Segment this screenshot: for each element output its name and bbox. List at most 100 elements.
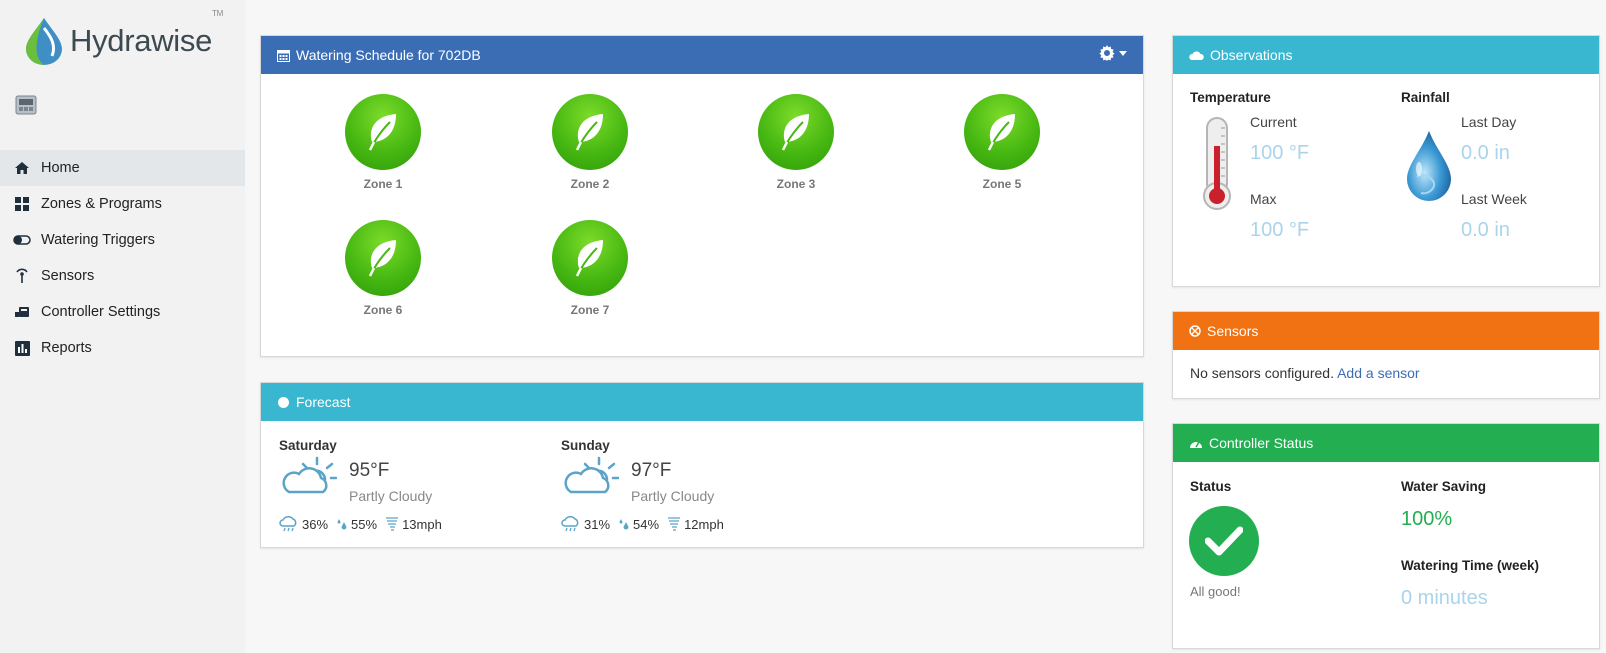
forecast-header: Forecast [261, 383, 1143, 421]
cloud-icon [1189, 50, 1204, 61]
nav-label: Home [41, 160, 80, 176]
watering-schedule-panel: Watering Schedule for 702DB Zone 1 Zone … [260, 35, 1144, 357]
nav-label: Watering Triggers [41, 232, 155, 248]
panel-title: Forecast [296, 394, 351, 410]
last-week-value: 0.0 in [1461, 219, 1510, 241]
wind-icon [386, 517, 399, 531]
hydrawise-logo[interactable]: HydrawiseTM [22, 9, 223, 66]
zone-label: Zone 5 [982, 177, 1022, 191]
nav-item-watering-triggers[interactable]: Watering Triggers [0, 222, 245, 258]
humidity: 54% [618, 517, 659, 532]
zone-button[interactable] [552, 220, 628, 296]
leaf-icon [368, 114, 396, 151]
zone-label: Zone 1 [363, 177, 403, 191]
last-day-value: 0.0 in [1461, 142, 1510, 164]
zone-label: Zone 2 [570, 177, 610, 191]
partly-cloudy-icon [564, 456, 619, 494]
forecast-condition: Partly Cloudy [631, 488, 715, 504]
forecast-temperature: 95°F [349, 460, 390, 481]
status-title: Status [1190, 479, 1232, 494]
zone-button[interactable] [345, 94, 421, 170]
zone-button[interactable] [964, 94, 1040, 170]
watering-time-value: 0 minutes [1401, 587, 1488, 609]
controller-status-header: Controller Status [1173, 424, 1599, 462]
zone-item[interactable]: Zone 3 [736, 94, 856, 191]
humidity: 55% [336, 517, 377, 532]
panel-title: Observations [1210, 47, 1293, 63]
sensors-message-row: No sensors configured. Add a sensor [1190, 365, 1420, 381]
gear-icon [1099, 45, 1115, 61]
nav-label: Zones & Programs [41, 196, 162, 212]
main-navigation: Home Zones & Programs Watering Triggers … [0, 150, 245, 366]
status-ok-badge [1189, 506, 1259, 576]
water-saving-title: Water Saving [1401, 479, 1487, 494]
nav-item-sensors[interactable]: Sensors [0, 258, 245, 294]
panel-title: Controller Status [1209, 435, 1314, 451]
forecast-day-name: Sunday [561, 438, 610, 453]
sun-icon [277, 396, 290, 409]
panel-title: Watering Schedule for 702DB [296, 47, 481, 63]
leaf-icon [575, 114, 603, 151]
leaf-icon [575, 240, 603, 277]
zone-item[interactable]: Zone 5 [942, 94, 1062, 191]
forecast-panel: Forecast Saturday 95°F Partly Cloudy 36% [260, 382, 1144, 548]
zone-button[interactable] [345, 220, 421, 296]
forecast-stats: 36% 55% 13mph [279, 516, 450, 532]
wind-speed: 12mph [667, 516, 724, 532]
zone-button[interactable] [758, 94, 834, 170]
forecast-stats: 31% 54% 12mph [561, 516, 732, 532]
max-temp-label: Max [1250, 191, 1277, 207]
droplets-icon [337, 519, 347, 530]
max-temp-value: 100 °F [1250, 219, 1310, 241]
zone-button[interactable] [552, 94, 628, 170]
zone-item[interactable]: Zone 7 [530, 220, 650, 317]
settings-dropdown-button[interactable] [1099, 45, 1127, 61]
forecast-temperature: 97°F [631, 460, 672, 481]
zone-label: Zone 6 [363, 303, 403, 317]
nav-item-home[interactable]: Home [0, 150, 245, 186]
sidebar: HydrawiseTM Home Zones & Programs Wateri… [0, 0, 245, 653]
no-sensors-message: No sensors configured. [1190, 365, 1334, 381]
nav-item-zones-programs[interactable]: Zones & Programs [0, 186, 245, 222]
leaf-icon [781, 114, 809, 151]
partly-cloudy-icon [282, 456, 337, 494]
watering-schedule-header: Watering Schedule for 702DB [261, 36, 1143, 74]
zone-item[interactable]: Zone 6 [323, 220, 443, 317]
leaf-icon [987, 114, 1015, 151]
wind-icon [668, 517, 681, 531]
temperature-title: Temperature [1190, 90, 1271, 105]
nav-item-controller-settings[interactable]: Controller Settings [0, 294, 245, 330]
sensors-panel: Sensors No sensors configured. Add a sen… [1172, 311, 1600, 399]
forecast-condition: Partly Cloudy [349, 488, 433, 504]
caret-down-icon [1119, 50, 1127, 56]
nav-label: Sensors [41, 268, 95, 284]
thermometer-icon [1203, 117, 1231, 210]
sensor-antenna-icon [13, 267, 31, 285]
forecast-day: Sunday 97°F Partly Cloudy 31% 54% 12mph [561, 438, 821, 532]
rain-cloud-icon [561, 516, 579, 532]
logo-text: HydrawiseTM [70, 9, 223, 58]
checkmark-icon [1205, 526, 1243, 556]
add-sensor-link[interactable]: Add a sensor [1337, 365, 1420, 381]
calendar-icon [277, 49, 290, 62]
nav-label: Controller Settings [41, 304, 161, 320]
nav-label: Reports [41, 340, 92, 356]
zone-item[interactable]: Zone 1 [323, 94, 443, 191]
leaf-icon [368, 240, 396, 277]
nav-item-reports[interactable]: Reports [0, 330, 245, 366]
rain-chance: 36% [279, 516, 328, 532]
watering-time-title: Watering Time (week) [1401, 558, 1540, 573]
droplets-icon [619, 519, 629, 530]
controller-device-icon[interactable] [15, 94, 37, 116]
observations-header: Observations [1173, 36, 1599, 74]
sensors-header: Sensors [1173, 312, 1599, 350]
bar-chart-icon [13, 339, 31, 357]
controller-icon [13, 303, 31, 321]
observations-panel: Observations Temperature Current 100 °F … [1172, 35, 1600, 287]
home-icon [13, 159, 31, 177]
wind-speed: 13mph [385, 516, 442, 532]
forecast-day-name: Saturday [279, 438, 337, 453]
panel-title: Sensors [1207, 323, 1259, 339]
zone-item[interactable]: Zone 2 [530, 94, 650, 191]
toggle-icon [13, 231, 31, 249]
